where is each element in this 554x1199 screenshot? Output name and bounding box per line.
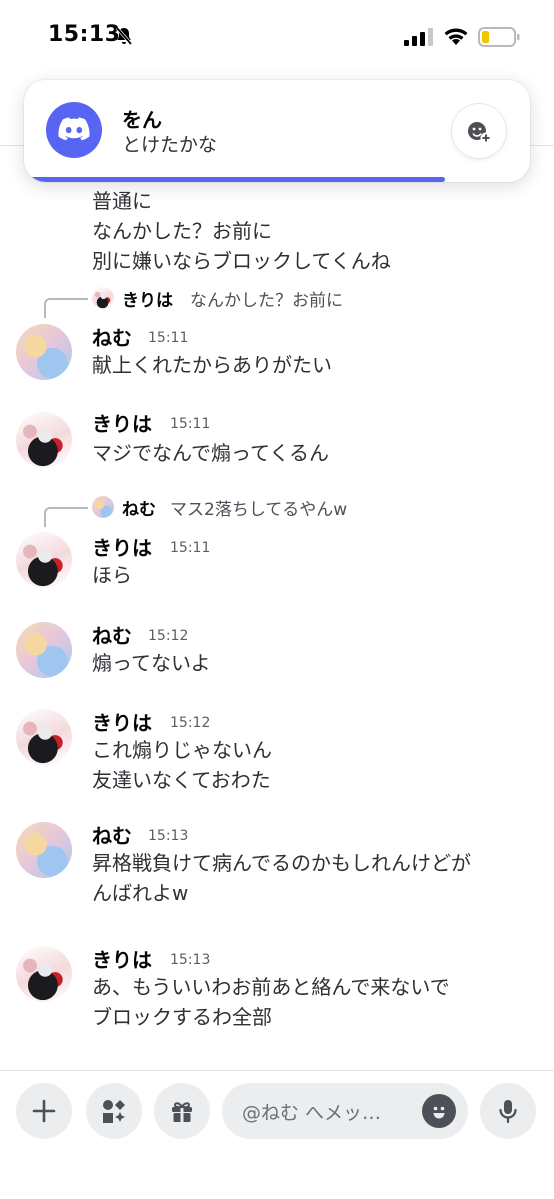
emoji-button[interactable] <box>422 1094 456 1128</box>
status-time: 15:13 <box>48 22 121 47</box>
message-author[interactable]: ねむ <box>92 820 132 849</box>
reply-avatar <box>92 287 114 309</box>
message-line: ブロックするわ全部 <box>92 1005 272 1029</box>
avatar[interactable] <box>16 532 72 588</box>
voice-message-button[interactable] <box>480 1083 536 1139</box>
message-author[interactable]: きりは <box>92 408 152 437</box>
message-content: あ、もういいわお前あと絡んで来ないで ブロックするわ全部 <box>92 972 450 1032</box>
message-line: ほら <box>92 563 132 587</box>
plus-icon <box>32 1099 56 1123</box>
push-notification[interactable]: をん とけたかな <box>24 80 530 182</box>
microphone-icon <box>499 1100 517 1124</box>
message-input-placeholder: @ねむ へメッ… <box>242 1102 382 1124</box>
message-line: マジでなんで煽ってくるん <box>92 441 329 465</box>
avatar[interactable] <box>16 946 72 1002</box>
reply-author: ねむ <box>122 500 156 520</box>
message-timestamp: 15:11 <box>170 416 211 432</box>
message-timestamp: 15:13 <box>170 952 211 968</box>
message-content: 昇格戦負けて病んでるのかもしれんけどが んばれよw <box>92 848 471 908</box>
reply-connector <box>44 507 88 527</box>
continued-message: 普通に なんかした？お前に 別に嫌いならブロックしてくんね <box>92 186 391 276</box>
add-attachment-button[interactable] <box>16 1083 72 1139</box>
message-timestamp: 15:11 <box>170 540 211 556</box>
message-timestamp: 15:13 <box>148 828 189 844</box>
avatar[interactable] <box>16 412 72 468</box>
notification-body: とけたかな <box>122 134 218 156</box>
reply-text: なんかした？お前に <box>190 291 343 311</box>
wifi-icon <box>444 28 468 45</box>
message-timestamp: 15:11 <box>148 330 189 346</box>
message-line: 昇格戦負けて病んでるのかもしれんけどが <box>92 851 471 875</box>
avatar[interactable] <box>16 324 72 380</box>
message-content: これ煽りじゃないん 友達いなくておわた <box>92 735 272 795</box>
discord-icon <box>46 102 102 158</box>
message-input[interactable]: @ねむ へメッ… <box>222 1083 468 1139</box>
gift-button[interactable] <box>154 1083 210 1139</box>
message-author[interactable]: きりは <box>92 944 152 973</box>
composer-divider <box>0 1070 554 1071</box>
emoji-icon <box>433 1106 445 1119</box>
message-timestamp: 15:12 <box>170 715 211 731</box>
add-reaction-button[interactable] <box>452 104 506 158</box>
message-content: ほら <box>92 560 132 590</box>
apps-button[interactable] <box>86 1083 142 1139</box>
message-line: 友達いなくておわた <box>92 768 271 792</box>
message-timestamp: 15:12 <box>148 628 189 644</box>
message-content: 煽ってないよ <box>92 648 211 678</box>
message-author[interactable]: ねむ <box>92 620 132 649</box>
message-content: マジでなんで煽ってくるん <box>92 438 329 468</box>
bell-slash-icon <box>115 26 133 46</box>
avatar[interactable] <box>16 822 72 878</box>
message-line: なんかした？お前に <box>92 219 272 243</box>
battery-low-icon <box>478 27 520 47</box>
reply-author: きりは <box>122 291 173 311</box>
message-line: 普通に <box>92 189 152 213</box>
reply-text: マス2落ちしてるやんw <box>170 500 348 520</box>
message-line: あ、もういいわお前あと絡んで来ないで <box>92 975 450 999</box>
apps-icon <box>103 1100 125 1123</box>
message-author[interactable]: きりは <box>92 707 152 736</box>
reply-avatar <box>92 496 114 518</box>
avatar[interactable] <box>16 622 72 678</box>
message-author[interactable]: きりは <box>92 532 152 561</box>
message-content: 献上くれたからありがたい <box>92 350 332 380</box>
status-bar: 15:13 <box>0 0 554 72</box>
avatar[interactable] <box>16 709 72 765</box>
reply-connector <box>44 298 88 318</box>
add-reaction-icon <box>468 122 492 144</box>
notification-progress-bar <box>30 177 445 182</box>
message-line: 別に嫌いならブロックしてくんね <box>92 249 391 273</box>
notification-title: をん <box>122 108 162 132</box>
message-line: 煽ってないよ <box>92 651 211 675</box>
gift-icon <box>172 1102 192 1122</box>
message-line: これ煽りじゃないん <box>92 738 272 762</box>
message-author[interactable]: ねむ <box>92 322 132 351</box>
message-line: んばれよw <box>92 881 189 905</box>
cellular-signal-icon <box>404 28 433 46</box>
message-line: 献上くれたからありがたい <box>92 353 332 377</box>
